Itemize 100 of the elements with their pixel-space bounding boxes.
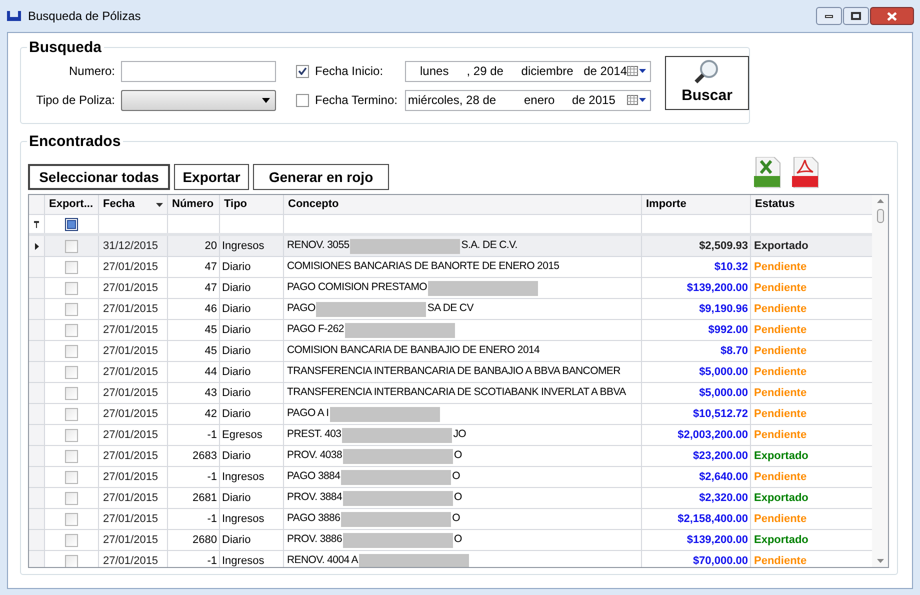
- table-cell: 2681: [168, 488, 220, 508]
- column-header[interactable]: Número: [168, 195, 220, 214]
- close-button[interactable]: [870, 7, 914, 25]
- date-picker[interactable]: lunes , 29 de diciembre de 2014: [405, 60, 651, 82]
- action-button[interactable]: Generar en rojo: [253, 164, 389, 190]
- table-row[interactable]: 27/01/2015 47 Diario COMISIONES BANCARIAS DE BANORTE DE ENERO 2015 $10.32 Pendiente: [29, 257, 872, 278]
- maximize-button[interactable]: [843, 7, 869, 25]
- row-checkbox[interactable]: [65, 450, 78, 462]
- scroll-thumb[interactable]: [876, 209, 884, 223]
- table-row[interactable]: 27/01/2015 -1 Ingresos PAGO 3884 O $2,640.00 Pendiente: [29, 467, 872, 488]
- column-header[interactable]: Tipo: [220, 195, 284, 214]
- table-row[interactable]: 27/01/2015 44 Diario TRANSFERENCIA INTERBANCARIA DE BANBAJIO A BBVA BANCOMER $5,000.00 Pendiente: [29, 362, 872, 383]
- table-cell: Diario: [220, 446, 284, 466]
- column-header[interactable]: Fecha: [99, 195, 168, 214]
- xls-file-icon[interactable]: [754, 157, 782, 188]
- row-checkbox[interactable]: [65, 282, 78, 294]
- table-cell: Egresos: [220, 425, 284, 445]
- concept-text: PROV. 4038: [287, 448, 342, 464]
- table-cell: 43: [168, 383, 220, 403]
- table-cell: Ingresos: [220, 551, 284, 567]
- table-cell: $2,003,200.00: [642, 425, 751, 445]
- table-cell: $10,512.72: [642, 404, 751, 424]
- table-cell: Diario: [220, 320, 284, 340]
- table-row[interactable]: 27/01/2015 45 Diario PAGO F-262 $992.00 Pendiente: [29, 320, 872, 341]
- table-cell: $139,200.00: [642, 278, 751, 298]
- row-checkbox[interactable]: [65, 240, 78, 252]
- table-cell: $2,640.00: [642, 467, 751, 487]
- table-row[interactable]: 27/01/2015 -1 Egresos PREST. 403 JO $2,003,200.00 Pendiente: [29, 425, 872, 446]
- table-row[interactable]: 27/01/2015 2683 Diario PROV. 4038 O $23,200.00 Exportado: [29, 446, 872, 467]
- table-cell: $2,320.00: [642, 488, 751, 508]
- row-checkbox[interactable]: [65, 492, 78, 504]
- table-cell: Ingresos: [220, 467, 284, 487]
- filter-checkbox[interactable]: [65, 218, 78, 230]
- policy-type-dropdown[interactable]: [121, 90, 276, 110]
- row-checkbox[interactable]: [65, 260, 78, 274]
- table-cell: 27/01/2015: [99, 257, 168, 277]
- table-cell: -1: [168, 467, 220, 487]
- action-button[interactable]: Exportar: [174, 164, 249, 190]
- row-checkbox[interactable]: [65, 512, 78, 526]
- table-cell: Diario: [220, 299, 284, 319]
- table-cell: $5,000.00: [642, 383, 751, 403]
- table-row[interactable]: 27/01/2015 43 Diario TRANSFERENCIA INTERBANCARIA DE SCOTIABANK INVERLAT A BBVA $5,000.00 Pendiente: [29, 383, 872, 404]
- concept-text: S.A. DE C.V.: [461, 238, 518, 254]
- row-checkbox[interactable]: [65, 302, 78, 316]
- table-row[interactable]: 27/01/2015 46 Diario PAGO SA DE CV $9,190.96 Pendiente: [29, 299, 872, 320]
- checkbox[interactable]: [296, 64, 309, 78]
- row-checkbox[interactable]: [65, 386, 78, 400]
- vertical-scrollbar[interactable]: [872, 195, 888, 567]
- row-checkbox[interactable]: [65, 428, 78, 442]
- table-cell: Diario: [220, 488, 284, 508]
- number-input[interactable]: [121, 60, 276, 82]
- sort-icon: [156, 202, 163, 206]
- table-row[interactable]: 27/01/2015 47 Diario PAGO COMISION PRESTAMO $139,200.00 Pendiente: [29, 278, 872, 299]
- row-checkbox[interactable]: [65, 554, 78, 567]
- date-part: enero: [524, 92, 556, 109]
- table-row[interactable]: 27/01/2015 42 Diario PAGO A I $10,512.72 Pendiente: [29, 404, 872, 425]
- table-cell: Diario: [220, 383, 284, 403]
- minimize-button[interactable]: [816, 7, 842, 25]
- column-header[interactable]: Concepto: [284, 195, 642, 214]
- date-picker[interactable]: miércoles, 28 de enero de 2015: [405, 90, 651, 110]
- table-row[interactable]: 27/01/2015 45 Diario COMISION BANCARIA DE BANBAJIO DE ENERO 2014 $8.70 Pendiente: [29, 341, 872, 362]
- concept-text: COMISIONES BANCARIAS DE BANORTE DE ENERO 2015: [287, 259, 560, 274]
- scroll-up-icon[interactable]: [876, 199, 884, 203]
- search-button[interactable]: Buscar: [665, 56, 749, 110]
- row-checkbox[interactable]: [65, 366, 78, 378]
- column-header[interactable]: Export...: [45, 195, 99, 214]
- row-checkbox[interactable]: [65, 324, 78, 336]
- table-cell: 45: [168, 341, 220, 361]
- row-checkbox[interactable]: [65, 344, 78, 358]
- action-button[interactable]: Seleccionar todas: [28, 164, 170, 190]
- table-row[interactable]: 31/12/2015 20 Ingresos RENOV. 3055 S.A. DE C.V. $2,509.93 Exportado: [29, 236, 872, 257]
- app-icon: [6, 9, 22, 23]
- table-row[interactable]: 27/01/2015 2681 Diario PROV. 3884 O $2,320.00 Exportado: [29, 488, 872, 509]
- pdf-file-icon[interactable]: [792, 157, 820, 188]
- magnifier-icon: [694, 58, 720, 84]
- table-cell: -1: [168, 425, 220, 445]
- calendar-icon[interactable]: [627, 66, 646, 76]
- concept-text: O: [454, 448, 462, 464]
- calendar-icon[interactable]: [627, 95, 646, 105]
- table-cell: 47: [168, 257, 220, 277]
- table-cell: Diario: [220, 278, 284, 298]
- table-cell: Diario: [220, 404, 284, 424]
- table-cell: 27/01/2015: [99, 341, 168, 361]
- table-cell: $2,158,400.00: [642, 509, 751, 529]
- table-cell: $139,200.00: [642, 530, 751, 550]
- checkbox[interactable]: [296, 94, 309, 106]
- scroll-down-icon[interactable]: [876, 559, 884, 563]
- table-cell: 31/12/2015: [99, 236, 168, 256]
- row-checkbox[interactable]: [65, 470, 78, 484]
- close-icon: [887, 12, 897, 20]
- table-cell: Ingresos: [220, 236, 284, 256]
- row-checkbox[interactable]: [65, 408, 78, 420]
- table-cell: $8.70: [642, 341, 751, 361]
- date-part: , 29 de: [466, 63, 504, 80]
- table-row[interactable]: 27/01/2015 2680 Diario PROV. 3886 O $139,200.00 Exportado: [29, 530, 872, 551]
- table-cell: 27/01/2015: [99, 299, 168, 319]
- row-checkbox[interactable]: [65, 534, 78, 546]
- concept-text: TRANSFERENCIA INTERBANCARIA DE SCOTIABANK INVERLAT A BBVA: [287, 385, 626, 400]
- table-row[interactable]: 27/01/2015 -1 Ingresos PAGO 3886 O $2,158,400.00 Pendiente: [29, 509, 872, 530]
- column-header[interactable]: Importe: [642, 195, 751, 214]
